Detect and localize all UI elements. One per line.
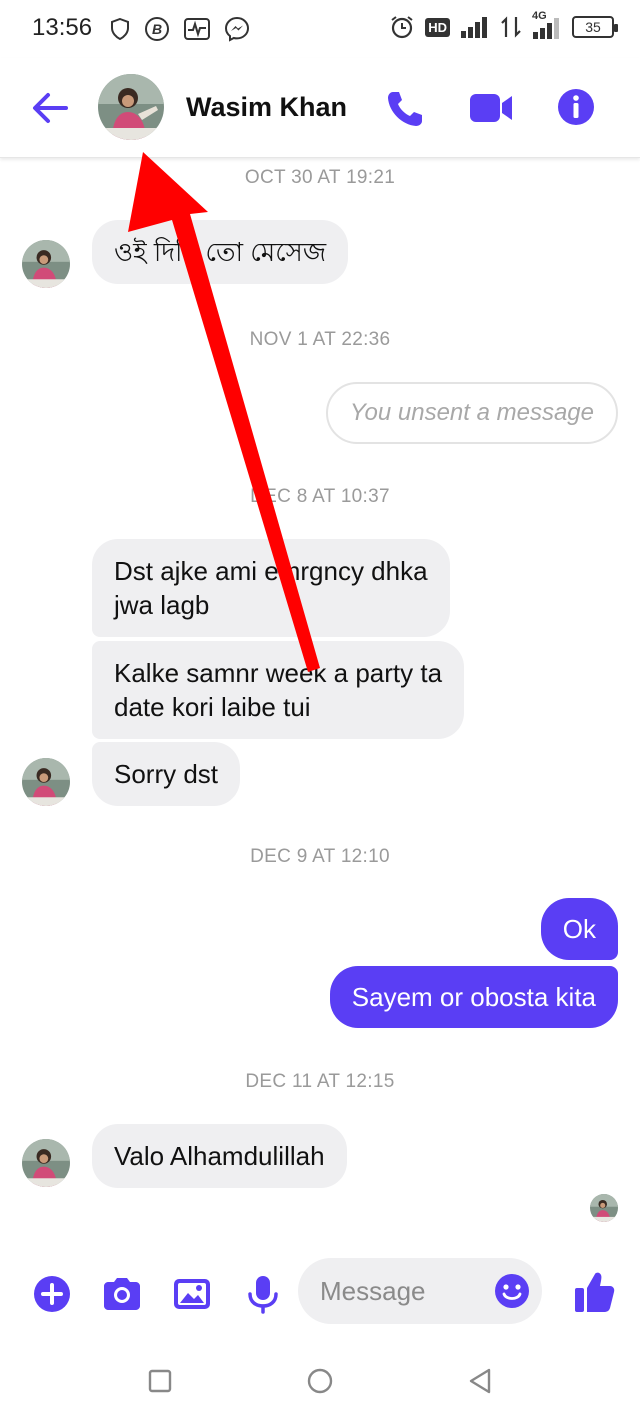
activity-icon (184, 18, 210, 40)
svg-text:B: B (152, 21, 162, 37)
message-text: Sorry dst (114, 759, 219, 789)
avatar-photo (22, 240, 70, 288)
timestamp: DEC 9 AT 12:10 (250, 846, 390, 867)
timestamp: DEC 8 AT 10:37 (250, 486, 390, 507)
video-camera-icon[interactable] (468, 90, 514, 126)
messenger-icon (224, 16, 250, 42)
sender-avatar[interactable] (22, 1139, 70, 1187)
message-bubble-outgoing[interactable]: Sayem or obosta kita (329, 966, 618, 1028)
contact-name[interactable]: Wasim Khan (186, 92, 347, 123)
avatar-photo (22, 1139, 70, 1187)
message-text: ওই দিছি তো মেসেজ (114, 237, 327, 267)
microphone-icon[interactable] (241, 1272, 285, 1316)
message-bubble-outgoing[interactable]: Ok (540, 898, 618, 960)
sender-avatar[interactable] (22, 758, 70, 806)
message-text: Valo Alhamdulillah (114, 1141, 325, 1171)
message-composer (0, 1254, 640, 1334)
hd-badge: HD (425, 17, 450, 37)
battery-indicator: 35 (572, 16, 618, 38)
plus-circle-icon[interactable] (30, 1272, 74, 1316)
system-nav-bar (0, 1340, 640, 1422)
image-icon[interactable] (170, 1272, 214, 1316)
thumbs-up-icon[interactable] (572, 1268, 616, 1316)
status-time: 13:56 (32, 14, 93, 41)
message-bubble-incoming[interactable]: Kalke samnr week a party ta date kori la… (92, 641, 465, 739)
home-circle-icon[interactable] (305, 1366, 335, 1396)
b-circle-icon: B (145, 17, 169, 41)
avatar-photo (98, 74, 164, 140)
shield-icon (111, 18, 129, 40)
message-input-container[interactable] (298, 1258, 542, 1324)
message-bubble-incoming[interactable]: ওই দিছি তো মেসেজ (92, 220, 349, 284)
alarm-icon (391, 16, 413, 39)
message-bubble-incoming[interactable]: Dst ajke ami emrgncy dhka jwa lagb (92, 539, 450, 637)
unsent-message-notice[interactable]: You unsent a message (325, 382, 618, 444)
message-bubble-incoming[interactable]: Valo Alhamdulillah (92, 1124, 347, 1188)
data-arrows-icon (501, 16, 521, 38)
back-triangle-icon[interactable] (465, 1366, 495, 1396)
timestamp: OCT 30 AT 19:21 (244, 167, 396, 188)
info-icon[interactable] (556, 87, 596, 127)
message-text: Dst ajke ami emrgncy dhka (114, 556, 428, 586)
contact-avatar[interactable] (98, 74, 164, 140)
timestamp: DEC 11 AT 12:15 (245, 1071, 395, 1092)
message-text: Kalke samnr week a party ta (114, 658, 443, 688)
sender-avatar[interactable] (22, 240, 70, 288)
signal-4g-icon (533, 18, 559, 39)
avatar-photo (22, 758, 70, 806)
status-bar: 13:56 B HD 4G 35 (0, 0, 640, 58)
message-text: date kori laibe tui (114, 692, 311, 722)
timestamp: NOV 1 AT 22:36 (249, 329, 391, 350)
message-input[interactable] (320, 1270, 480, 1312)
message-text: jwa lagb (114, 590, 210, 620)
seen-indicator-avatar (590, 1194, 618, 1222)
phone-icon[interactable] (384, 88, 426, 130)
signal-icon (461, 17, 487, 38)
avatar-photo (590, 1194, 618, 1222)
message-text: Ok (562, 914, 596, 944)
smile-icon[interactable] (494, 1273, 530, 1309)
recents-square-icon[interactable] (145, 1366, 175, 1396)
message-bubble-incoming[interactable]: Sorry dst (92, 742, 241, 806)
camera-icon[interactable] (100, 1272, 144, 1316)
message-text: Sayem or obosta kita (351, 982, 596, 1012)
arrow-left-icon[interactable] (28, 88, 72, 128)
chat-header: Wasim Khan (0, 58, 640, 158)
